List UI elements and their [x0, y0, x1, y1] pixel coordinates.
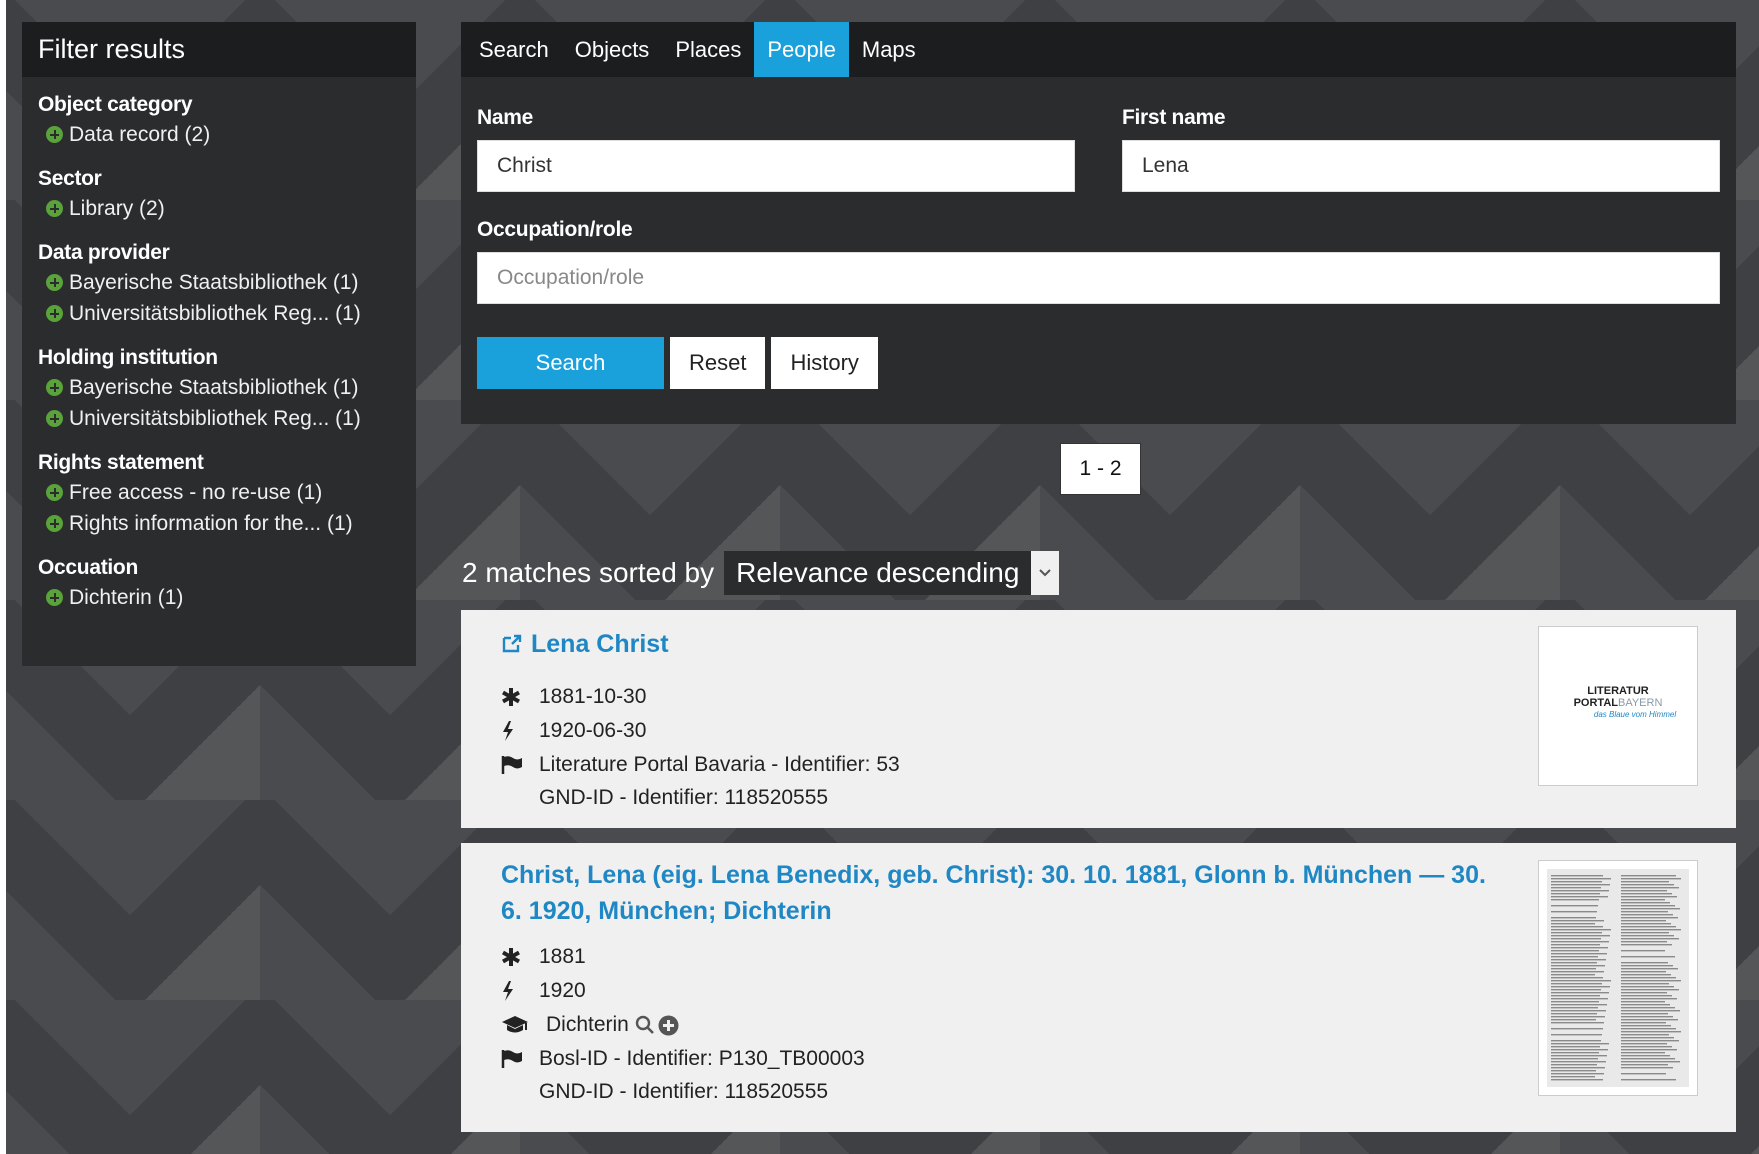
facet-title: Sector: [38, 167, 102, 190]
search-icon[interactable]: [635, 1015, 655, 1035]
facet-item-label: Dichterin (1): [69, 586, 184, 609]
page-edge: [0, 0, 6, 1154]
flag-icon: [501, 756, 539, 774]
flag-icon: [501, 1050, 539, 1068]
sort-selected-value: Relevance descending: [736, 557, 1020, 588]
facet-item[interactable]: Rights information for the... (1): [38, 508, 400, 539]
facet-title: Holding institution: [38, 346, 218, 369]
facet-item-label: Universitätsbibliothek Reg... (1): [69, 407, 361, 430]
facet-title: Occuation: [38, 556, 138, 579]
facet-item-label: Bayerische Staatsbibliothek (1): [69, 271, 359, 294]
occupation-label: Occupation/role: [477, 218, 633, 241]
result-meta: 1881-10-30 1920-06-30 Literature Portal …: [501, 680, 900, 813]
search-panel: SearchObjectsPlacesPeopleMaps Name First…: [461, 22, 1736, 424]
history-button[interactable]: History: [771, 337, 878, 389]
facet-group: Occuation Dichterin (1): [38, 554, 400, 613]
occupation-value: Dichterin: [546, 1013, 629, 1036]
facet-item[interactable]: Bayerische Staatsbibliothek (1): [38, 267, 400, 298]
tab-places[interactable]: Places: [662, 22, 754, 77]
birth-date: 1881: [539, 945, 586, 968]
plus-circle-icon: [46, 589, 63, 606]
graduation-cap-icon: [501, 1015, 546, 1035]
result-card: Lena Christ 1881-10-30 1920-06-30 Litera…: [461, 610, 1736, 828]
facet-group: Sector Library (2): [38, 165, 400, 224]
result-card: Christ, Lena (eig. Lena Benedix, geb. Ch…: [461, 843, 1736, 1132]
facet-item[interactable]: Universitätsbibliothek Reg... (1): [38, 403, 400, 434]
lightning-icon: [501, 981, 539, 1001]
gnd-identifier: GND-ID - Identifier: 118520555: [539, 785, 829, 809]
facet-group: Object category Data record (2): [38, 91, 400, 150]
asterisk-icon: [501, 947, 539, 967]
people-search-form: Name First name Occupation/role Search R…: [461, 77, 1736, 389]
tab-bar: Search Objects Places People Maps: [461, 22, 1736, 77]
add-circle-icon[interactable]: [658, 1015, 679, 1036]
result-meta: 1881 1920 Dichterin Bosl-ID - Identifier…: [501, 940, 865, 1107]
source-identifier: Bosl-ID - Identifier: P130_TB00003: [539, 1047, 865, 1070]
first-name-label: First name: [1122, 106, 1226, 129]
sort-select[interactable]: Relevance descending: [724, 551, 1060, 595]
asterisk-icon: [501, 687, 539, 707]
plus-circle-icon: [46, 379, 63, 396]
first-name-input[interactable]: [1122, 140, 1720, 192]
facet-list: Object category Data record (2) Sector Libr…: [22, 77, 416, 613]
name-label: Name: [477, 106, 533, 129]
facet-item[interactable]: Universitätsbibliothek Reg... (1): [38, 298, 400, 329]
plus-circle-icon: [46, 200, 63, 217]
thumb-logo-line1: LITERATUR: [1587, 685, 1649, 697]
chevron-down-icon[interactable]: [1031, 551, 1060, 595]
document-scan-image: [1547, 869, 1689, 1087]
tab-people[interactable]: People: [754, 22, 849, 77]
sort-bar: 2 matches sorted by Relevance descending: [462, 551, 1060, 595]
plus-circle-icon: [46, 126, 63, 143]
plus-circle-icon: [46, 305, 63, 322]
facet-item-label: Free access - no re-use (1): [69, 481, 323, 504]
facet-group: Holding institution Bayerische Staatsbibl…: [38, 344, 400, 434]
facet-title: Rights statement: [38, 451, 204, 474]
facet-group: Rights statement Free access - no re-use …: [38, 449, 400, 539]
name-input[interactable]: [477, 140, 1075, 192]
facet-item[interactable]: Free access - no re-use (1): [38, 477, 400, 508]
filter-sidebar: Filter results Object category Data recor…: [22, 22, 416, 666]
occupation-input[interactable]: [477, 252, 1720, 304]
sidebar-title: Filter results: [22, 22, 416, 77]
tab-maps[interactable]: Maps: [849, 22, 929, 77]
result-title-text: Lena Christ: [531, 630, 669, 658]
facet-item[interactable]: Library (2): [38, 193, 400, 224]
death-date: 1920-06-30: [539, 719, 647, 742]
facet-item-label: Bayerische Staatsbibliothek (1): [69, 376, 359, 399]
result-title-link[interactable]: Christ, Lena (eig. Lena Benedix, geb. Ch…: [501, 857, 1501, 929]
facet-item[interactable]: Data record (2): [38, 119, 400, 150]
death-date: 1920: [539, 979, 586, 1002]
result-thumbnail[interactable]: LITERATUR PORTALBAYERN das Blaue vom Him…: [1538, 626, 1698, 786]
match-count-text: 2 matches sorted by: [462, 557, 715, 588]
thumb-logo-line2: PORTAL: [1573, 697, 1618, 709]
facet-title: Object category: [38, 93, 193, 116]
facet-group: Data provider Bayerische Staatsbibliothek…: [38, 239, 400, 329]
plus-circle-icon: [46, 274, 63, 291]
source-identifier: Literature Portal Bavaria - Identifier: …: [539, 753, 900, 776]
result-thumbnail[interactable]: [1538, 860, 1698, 1096]
external-link-icon: [501, 634, 523, 654]
thumb-logo-tagline: das Blaue vom Himmel: [1593, 710, 1677, 719]
pagination-range[interactable]: 1 - 2: [1060, 443, 1141, 495]
lightning-icon: [501, 721, 539, 741]
reset-button[interactable]: Reset: [670, 337, 766, 389]
thumb-logo-line3: BAYERN: [1617, 697, 1663, 709]
facet-title: Data provider: [38, 241, 170, 264]
facet-item-label: Library (2): [69, 197, 165, 220]
birth-date: 1881-10-30: [539, 685, 647, 708]
facet-item[interactable]: Bayerische Staatsbibliothek (1): [38, 372, 400, 403]
result-title-link[interactable]: Lena Christ: [501, 626, 669, 662]
plus-circle-icon: [46, 515, 63, 532]
facet-item[interactable]: Dichterin (1): [38, 582, 400, 613]
facet-item-label: Universitätsbibliothek Reg... (1): [69, 302, 361, 325]
gnd-identifier: GND-ID - Identifier: 118520555: [539, 1079, 829, 1103]
plus-circle-icon: [46, 410, 63, 427]
facet-item-label: Rights information for the... (1): [69, 512, 353, 535]
search-button[interactable]: Search: [477, 337, 664, 389]
plus-circle-icon: [46, 484, 63, 501]
tab-objects[interactable]: Objects: [562, 22, 663, 77]
tab-search[interactable]: Search: [466, 22, 562, 77]
facet-item-label: Data record (2): [69, 123, 211, 146]
